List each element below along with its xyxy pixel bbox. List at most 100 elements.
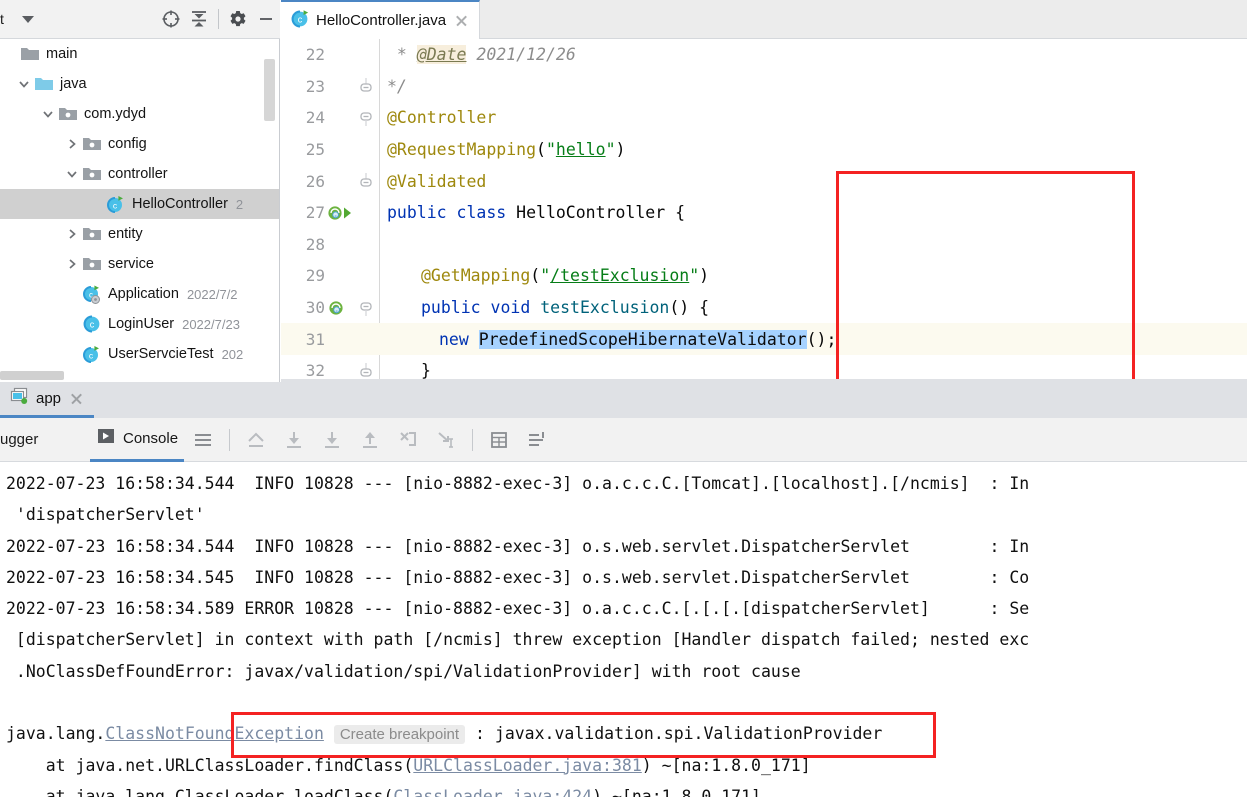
close-icon[interactable] — [454, 13, 469, 28]
settings-list-icon[interactable] — [522, 425, 552, 455]
project-tree[interactable]: main java com.ydyd config controller c HelloCo… — [0, 39, 279, 382]
fold-marker-icon[interactable] — [353, 300, 379, 316]
chevron-down-icon[interactable] — [22, 15, 34, 23]
tree-horizontal-scrollbar[interactable] — [0, 371, 64, 380]
minimize-icon[interactable] — [253, 6, 279, 32]
code-line-26[interactable]: 26 @Validated — [281, 165, 1247, 197]
run-gutter-icon[interactable]: c — [327, 299, 353, 317]
line-number: 22 — [305, 45, 325, 65]
console-log-line: [dispatcherServlet] in context with path… — [6, 630, 1030, 650]
collapse-all-icon[interactable] — [186, 6, 212, 32]
fold-marker-icon[interactable] — [353, 110, 379, 126]
evaluate-expression-icon[interactable] — [484, 425, 514, 455]
code-token: ( — [530, 266, 541, 286]
java-class-run-icon: c — [291, 9, 310, 33]
fold-marker-icon[interactable] — [353, 173, 379, 189]
chevron-down-icon[interactable] — [62, 164, 82, 184]
tree-item-label: HelloController — [132, 196, 228, 212]
line-number: 26 — [305, 171, 325, 191]
selected-code-token: PredefinedScopeHibernateValidator — [478, 329, 807, 349]
code-line-22[interactable]: 22 * @Date 2021/12/26 — [281, 39, 1247, 71]
tree-vertical-scrollbar[interactable] — [264, 59, 275, 121]
soft-wrap-icon[interactable] — [188, 425, 218, 455]
code-line-29[interactable]: 29 @GetMapping("/testExclusion") — [281, 260, 1247, 292]
console-toolbar: ugger Console — [0, 418, 1247, 462]
tree-item-timestamp: 2022/7/2 — [186, 286, 238, 302]
tree-item-timestamp: 202 — [221, 346, 244, 362]
line-number: 25 — [305, 140, 325, 160]
tree-item-application[interactable]: c Application 2022/7/2 — [0, 279, 279, 309]
line-number: 23 — [305, 76, 325, 96]
tree-item-timestamp: 2022/7/23 — [182, 316, 240, 332]
line-number: 24 — [305, 108, 325, 128]
code-token: @Controller — [387, 108, 497, 128]
tree-item-hellocontroller[interactable]: c HelloController 2 — [0, 189, 279, 219]
gear-icon[interactable] — [225, 6, 251, 32]
chevron-down-icon[interactable] — [38, 104, 58, 124]
code-line-25[interactable]: 25 @RequestMapping("hello") — [281, 134, 1247, 166]
chevron-right-icon[interactable] — [62, 134, 82, 154]
code-text: public void testExclusion() { — [379, 298, 709, 317]
code-token: (); — [806, 329, 837, 349]
exception-prefix: java.lang. — [6, 724, 106, 744]
exception-class-link[interactable]: ClassNotFoundException — [105, 724, 324, 743]
tree-item-userservcietest[interactable]: c UserServcieTest 202 — [0, 339, 279, 369]
code-line-31[interactable]: 31 new PredefinedScopeHibernateValidator(… — [281, 323, 1247, 355]
editor-tab-hellocontroller[interactable]: c HelloController.java — [281, 0, 481, 39]
svg-text:c: c — [335, 213, 337, 218]
show-execution-point-icon[interactable] — [241, 425, 271, 455]
code-token: testExclusion — [540, 298, 670, 318]
code-token: HelloController — [516, 203, 666, 223]
tree-item-service[interactable]: service — [0, 249, 279, 279]
step-into-icon[interactable] — [317, 425, 347, 455]
folder-gray-icon — [20, 44, 40, 64]
code-editor[interactable]: 22 * @Date 2021/12/26 23 */ 24 @Controller 25… — [281, 39, 1247, 382]
code-token: @GetMapping — [421, 266, 531, 286]
stack-source-link[interactable]: ClassLoader.java:424 — [393, 787, 592, 797]
chevron-right-icon[interactable] — [62, 254, 82, 274]
line-number: 27 — [305, 203, 325, 223]
crosshair-target-icon[interactable] — [158, 6, 184, 32]
run-gutter-icon[interactable]: c — [327, 204, 353, 222]
step-over-icon[interactable] — [279, 425, 309, 455]
code-line-27[interactable]: 27 c public class HelloController { — [281, 197, 1247, 229]
close-icon[interactable] — [69, 391, 84, 406]
code-token: { — [665, 203, 686, 223]
force-step-into-icon[interactable] — [393, 425, 423, 455]
code-line-24[interactable]: 24 @Controller — [281, 102, 1247, 134]
step-out-icon[interactable] — [355, 425, 385, 455]
tree-item-controller[interactable]: controller — [0, 159, 279, 189]
chevron-right-icon[interactable] — [62, 224, 82, 244]
chevron-down-icon[interactable] — [14, 74, 34, 94]
create-breakpoint-chip[interactable]: Create breakpoint — [333, 725, 466, 745]
code-token: @RequestMapping — [387, 140, 537, 160]
code-line-30[interactable]: 30 c public void testExclusion() { — [281, 292, 1247, 324]
console-tab[interactable]: Console — [90, 418, 185, 462]
fold-marker-icon[interactable] — [353, 78, 379, 94]
class-icon: c — [82, 314, 102, 334]
code-token: " — [545, 140, 556, 160]
code-line-23[interactable]: 23 */ — [281, 71, 1247, 103]
code-line-28[interactable]: 28 — [281, 229, 1247, 261]
code-line-32[interactable]: 32} — [281, 355, 1247, 382]
tree-item-main[interactable]: main — [0, 39, 279, 69]
fold-marker-icon[interactable] — [353, 362, 379, 379]
console-output[interactable]: 2022-07-23 16:58:34.544 INFO 10828 --- [… — [0, 462, 1247, 797]
run-to-cursor-icon[interactable] — [431, 425, 461, 455]
tree-item-com-ydyd[interactable]: com.ydyd — [0, 99, 279, 129]
stack-frame-tail: ) ~[na:1.8.0_171] — [641, 755, 811, 775]
tree-item-loginuser[interactable]: c LoginUser 2022/7/23 — [0, 309, 279, 339]
tree-item-java[interactable]: java — [0, 69, 279, 99]
run-tab-app[interactable]: app — [0, 382, 95, 418]
debugger-tab-label[interactable]: ugger — [0, 431, 60, 448]
editor-area: c HelloController.java 22 * @Date 2021/1… — [281, 0, 1247, 382]
tree-item-config[interactable]: config — [0, 129, 279, 159]
code-token: new — [439, 329, 479, 349]
tree-item-entity[interactable]: entity — [0, 219, 279, 249]
application-icon — [10, 386, 30, 411]
stack-source-link[interactable]: URLClassLoader.java:381 — [413, 756, 641, 775]
package-icon — [58, 104, 78, 124]
tree-item-label: service — [108, 256, 154, 272]
